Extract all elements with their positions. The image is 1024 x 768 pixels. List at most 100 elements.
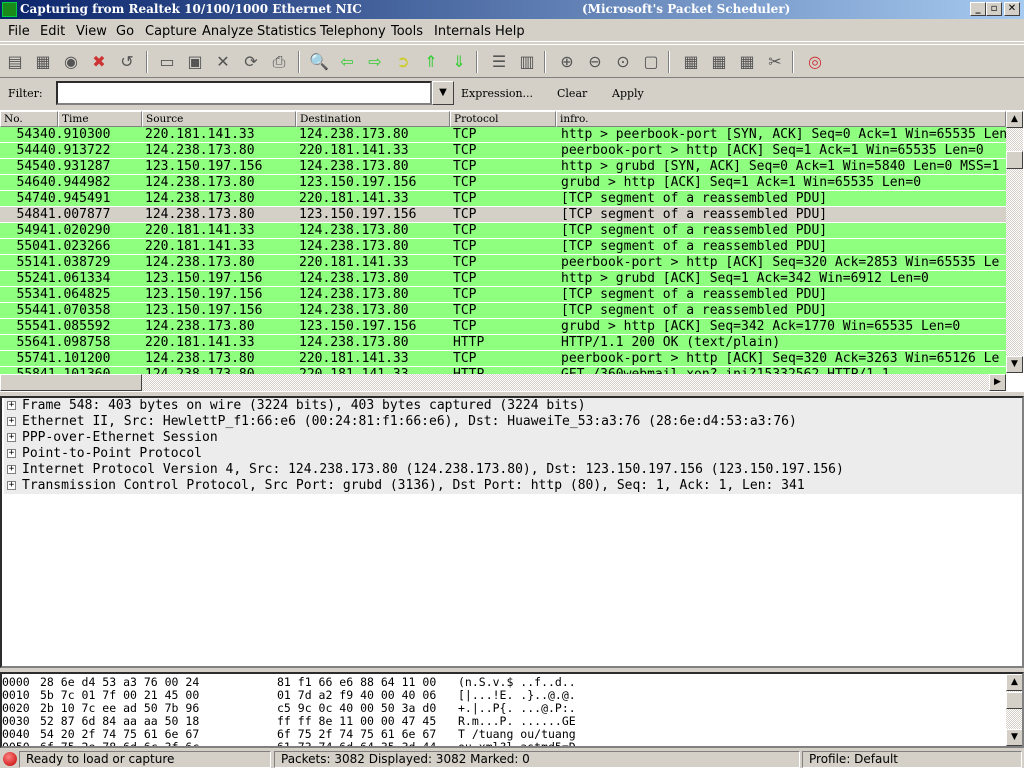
column-header-1[interactable]: Time (58, 111, 142, 127)
menu-bar: File Edit View Go Capture Analyze Statistics Te… (0, 20, 1024, 42)
menu-help[interactable]: Help (495, 24, 525, 39)
menu-tools[interactable]: Tools (391, 24, 423, 39)
capture-filters-icon[interactable]: ▦ (680, 51, 702, 73)
detail-tree-item[interactable]: + Frame 548: 403 bytes on wire (3224 bits… (4, 398, 1022, 414)
scroll-thumb[interactable] (1006, 692, 1022, 709)
expand-icon[interactable]: + (7, 433, 16, 442)
menu-analyze[interactable]: Analyze (202, 24, 253, 39)
close-window-button[interactable]: ✕ (1004, 2, 1020, 16)
packet-source: 124.238.173.80 (145, 319, 255, 334)
expand-icon[interactable]: + (7, 481, 16, 490)
column-header-5[interactable]: infro. (556, 111, 1006, 127)
resize-columns-icon[interactable]: ▢ (640, 51, 662, 73)
forward-icon[interactable]: ⇨ (364, 51, 386, 73)
packet-row[interactable]: 546 40.944982 124.238.173.80 123.150.197.15… (0, 175, 1006, 191)
preferences-icon[interactable]: ✂ (764, 51, 786, 73)
menu-edit[interactable]: Edit (40, 24, 65, 39)
detail-tree-item[interactable]: + Ethernet II, Src: HewlettP_f1:66:e6 (00… (4, 414, 1022, 430)
scroll-down-button[interactable]: ▼ (1006, 356, 1023, 373)
packet-row[interactable]: 548 41.007877 124.238.173.80 123.150.197.15… (0, 207, 1006, 223)
menu-file[interactable]: File (8, 24, 30, 39)
filter-dropdown-button[interactable]: ▼ (432, 81, 454, 105)
packet-row[interactable]: 550 41.023266 220.181.141.33 124.238.173.80… (0, 239, 1006, 255)
packet-list-vertical-scrollbar[interactable]: ▲ ▼ (1006, 111, 1023, 373)
packet-info: http > peerbook-port [SYN, ACK] Seq=0 Ac… (561, 127, 1006, 142)
detail-tree-item[interactable]: + Point-to-Point Protocol (4, 446, 1022, 462)
apply-button[interactable]: Apply (612, 87, 644, 100)
detail-text: Transmission Control Protocol, Src Port:… (22, 478, 805, 493)
packet-row[interactable]: 556 41.098758 220.181.141.33 124.238.173.80… (0, 335, 1006, 351)
colorize-icon[interactable]: ☰ (488, 51, 510, 73)
expand-icon[interactable]: + (7, 465, 16, 474)
capture-status-icon[interactable] (3, 752, 17, 766)
autoscroll-icon[interactable]: ▥ (516, 51, 538, 73)
zoom-in-icon[interactable]: ⊕ (556, 51, 578, 73)
column-header-3[interactable]: Destination (296, 111, 450, 127)
goto-icon[interactable]: ➲ (392, 51, 414, 73)
start-icon[interactable]: ◉ (60, 51, 82, 73)
column-header-0[interactable]: No. (0, 111, 58, 127)
menu-telephony[interactable]: Telephony (320, 24, 386, 39)
status-profile[interactable]: Profile: Default (802, 751, 1022, 768)
scroll-up-button[interactable]: ▲ (1006, 111, 1023, 128)
scroll-down-button[interactable]: ▼ (1006, 729, 1022, 746)
expand-icon[interactable]: + (7, 417, 16, 426)
expand-icon[interactable]: + (7, 449, 16, 458)
packet-row[interactable]: 554 41.070358 123.150.197.156 124.238.173.8… (0, 303, 1006, 319)
packet-row[interactable]: 557 41.101200 124.238.173.80 220.181.141.33… (0, 351, 1006, 367)
packet-row[interactable]: 555 41.085592 124.238.173.80 123.150.197.15… (0, 319, 1006, 335)
menu-go[interactable]: Go (116, 24, 134, 39)
options-icon[interactable]: ▦ (32, 51, 54, 73)
toolbar-separator (792, 51, 794, 73)
zoom-normal-icon[interactable]: ⊙ (612, 51, 634, 73)
detail-tree-item[interactable]: + Internet Protocol Version 4, Src: 124.2… (4, 462, 1022, 478)
packet-list-horizontal-scrollbar[interactable]: ▶ (0, 374, 1006, 391)
scroll-up-button[interactable]: ▲ (1006, 674, 1022, 691)
expand-icon[interactable]: + (7, 401, 16, 410)
bytes-vertical-scrollbar[interactable]: ▲ ▼ (1006, 674, 1022, 746)
reload-icon[interactable]: ⟳ (240, 51, 262, 73)
close-icon[interactable]: ✕ (212, 51, 234, 73)
packet-row[interactable]: 549 41.020290 220.181.141.33 124.238.173.80… (0, 223, 1006, 239)
detail-tree-item[interactable]: + Transmission Control Protocol, Src Port… (4, 478, 1022, 494)
back-icon[interactable]: ⇦ (336, 51, 358, 73)
help-icon[interactable]: ◎ (804, 51, 826, 73)
column-header-2[interactable]: Source (142, 111, 296, 127)
find-icon[interactable]: 🔍 (308, 51, 330, 73)
filter-input[interactable] (56, 81, 432, 105)
scroll-thumb[interactable] (1006, 151, 1023, 169)
packet-no: 545 (16, 159, 40, 174)
column-header-4[interactable]: Protocol (450, 111, 556, 127)
coloring-rules-icon[interactable]: ▦ (736, 51, 758, 73)
menu-view[interactable]: View (76, 24, 107, 39)
maximize-button[interactable]: ▫ (986, 2, 1002, 16)
print-icon[interactable]: ⎙ (268, 51, 290, 73)
expression-button[interactable]: Expression... (461, 87, 533, 100)
stop-icon[interactable]: ✖ (88, 51, 110, 73)
packet-destination: 124.238.173.80 (299, 239, 409, 254)
menu-capture[interactable]: Capture (145, 24, 197, 39)
scroll-right-button[interactable]: ▶ (989, 374, 1006, 391)
packet-no: 553 (16, 287, 40, 302)
packet-row[interactable]: 552 41.061334 123.150.197.156 124.238.173.8… (0, 271, 1006, 287)
packet-row[interactable]: 545 40.931287 123.150.197.156 124.238.173.8… (0, 159, 1006, 175)
open-icon[interactable]: ▭ (156, 51, 178, 73)
packet-row[interactable]: 553 41.064825 123.150.197.156 124.238.173.8… (0, 287, 1006, 303)
menu-internals[interactable]: Internals (434, 24, 491, 39)
save-icon[interactable]: ▣ (184, 51, 206, 73)
horizontal-scroll-thumb[interactable] (0, 374, 142, 391)
restart-icon[interactable]: ↺ (116, 51, 138, 73)
minimize-button[interactable]: _ (970, 2, 986, 16)
packet-row[interactable]: 551 41.038729 124.238.173.80 220.181.141.33… (0, 255, 1006, 271)
menu-statistics[interactable]: Statistics (257, 24, 316, 39)
display-filters-icon[interactable]: ▦ (708, 51, 730, 73)
packet-row[interactable]: 547 40.945491 124.238.173.80 220.181.141.33… (0, 191, 1006, 207)
zoom-out-icon[interactable]: ⊖ (584, 51, 606, 73)
packet-row[interactable]: 543 40.910300 220.181.141.33 124.238.173.80… (0, 127, 1006, 143)
interfaces-icon[interactable]: ▤ (4, 51, 26, 73)
last-icon[interactable]: ⇓ (448, 51, 470, 73)
packet-row[interactable]: 544 40.913722 124.238.173.80 220.181.141.33… (0, 143, 1006, 159)
clear-button[interactable]: Clear (557, 87, 587, 100)
first-icon[interactable]: ⇑ (420, 51, 442, 73)
detail-tree-item[interactable]: + PPP-over-Ethernet Session (4, 430, 1022, 446)
